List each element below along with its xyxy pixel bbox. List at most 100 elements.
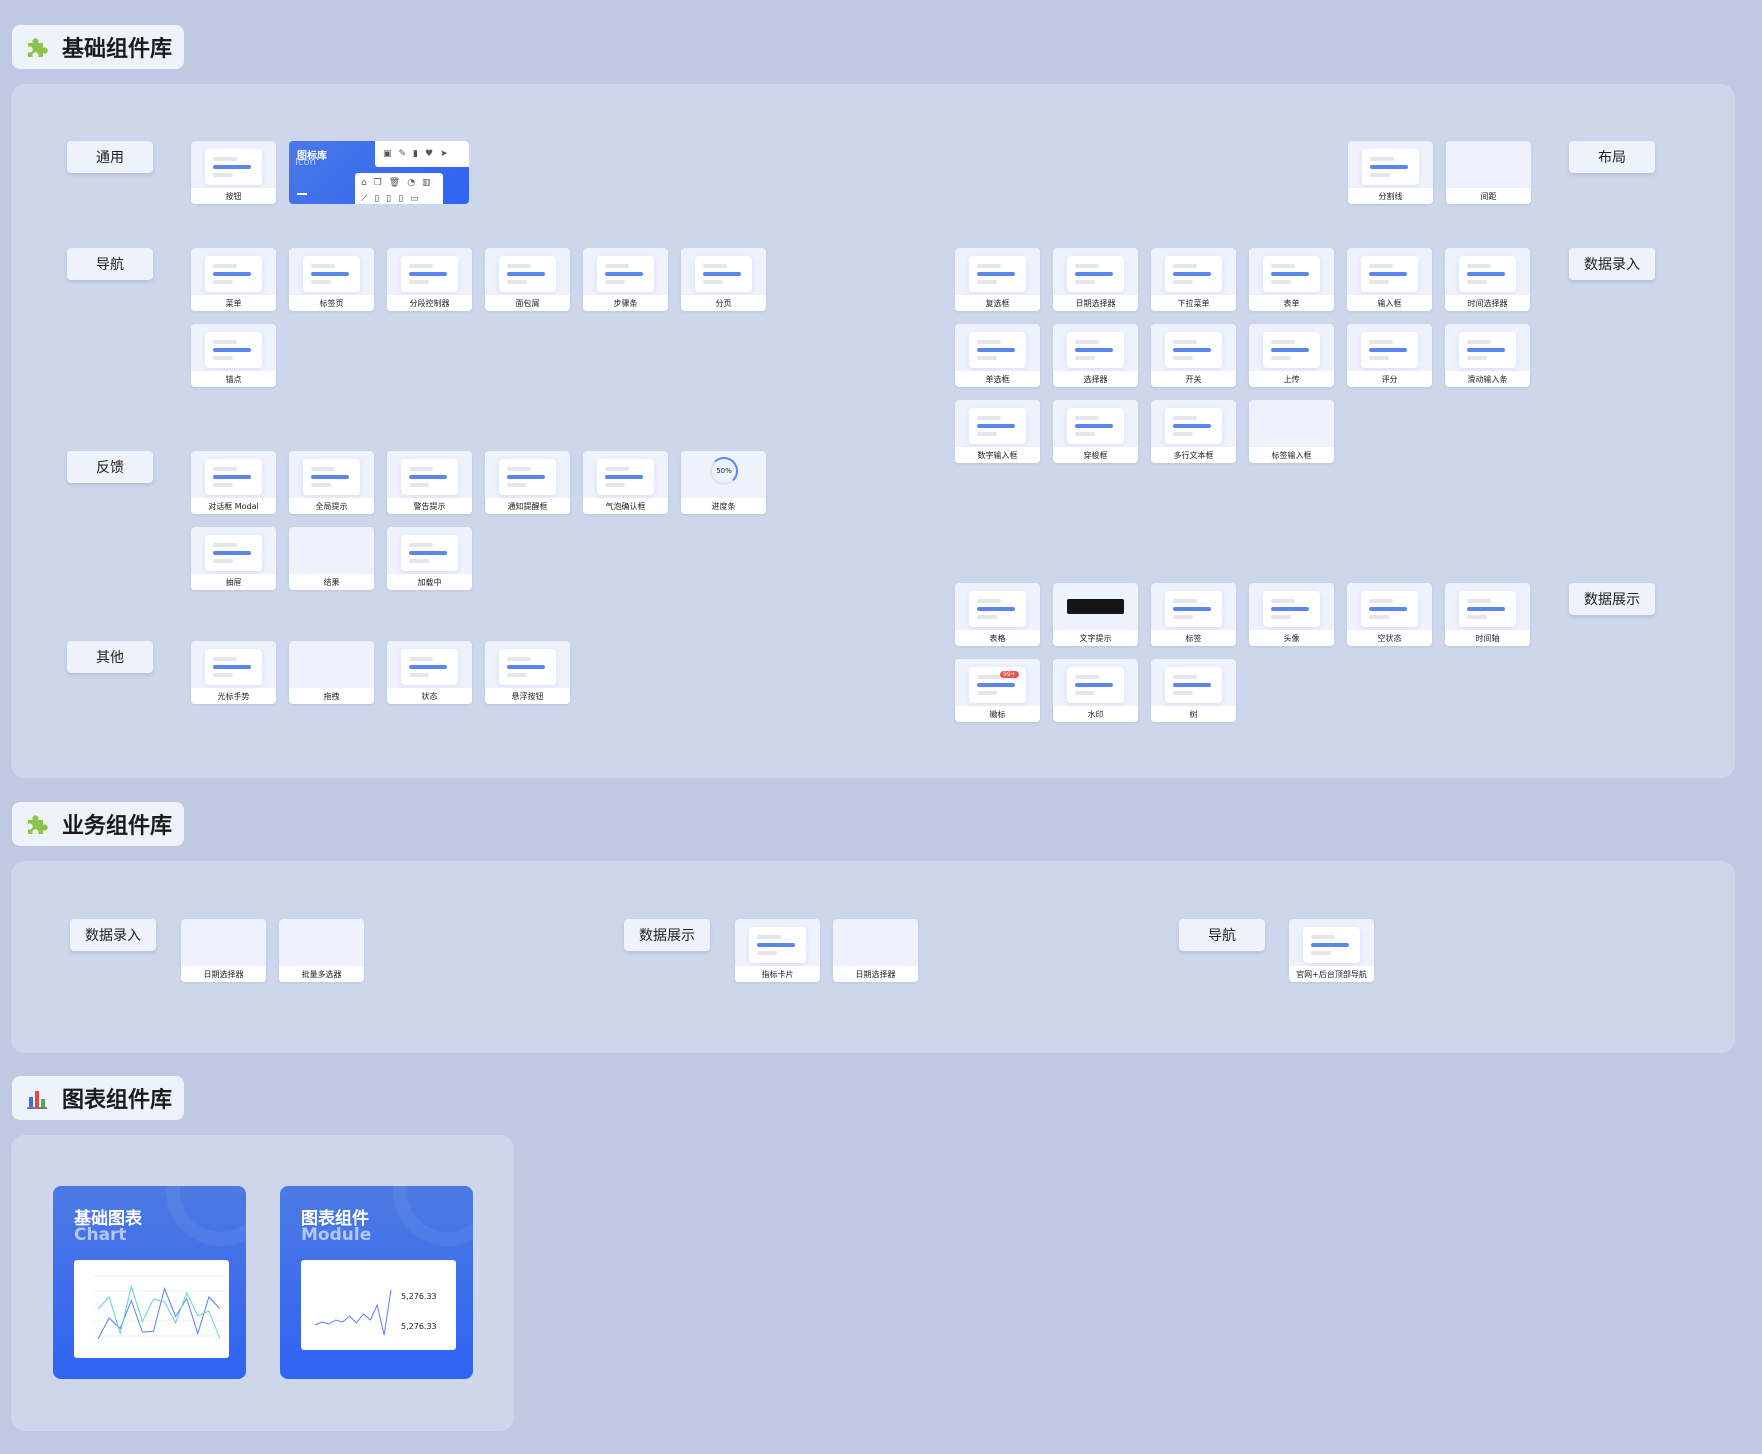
card-label: 日期选择器 — [181, 966, 266, 982]
component-card[interactable]: 对话框 Modal — [191, 451, 276, 514]
card-label: 抽屉 — [191, 574, 276, 590]
category-display[interactable]: 数据展示 — [1569, 583, 1655, 615]
basic-chart-card[interactable]: 基础图表 Chart — [53, 1186, 246, 1379]
category-feedback[interactable]: 反馈 — [67, 451, 153, 483]
component-card[interactable]: 指标卡片 — [735, 919, 820, 982]
business-category-nav[interactable]: 导航 — [1179, 919, 1265, 951]
component-card[interactable]: 99+ 徽标 — [955, 659, 1040, 722]
component-card[interactable]: 批量多选器 — [279, 919, 364, 982]
card-label: 通知提醒框 — [485, 498, 570, 514]
card-label: 结果 — [289, 574, 374, 590]
component-card[interactable]: 表格 — [955, 583, 1040, 646]
component-card[interactable]: 分段控制器 — [387, 248, 472, 311]
component-card[interactable]: 表单 — [1249, 248, 1334, 311]
component-card[interactable]: 树 — [1151, 659, 1236, 722]
card-preview — [1263, 332, 1320, 368]
card-label: 光标手势 — [191, 688, 276, 704]
icon-library-card[interactable]: 图标库 Icon ▣✎▮♥➤ ⌂❐🗑◔▥ ⟋▯▯▯▭ — [289, 141, 469, 204]
card-preview — [1165, 332, 1222, 368]
component-card[interactable]: 下拉菜单 — [1151, 248, 1236, 311]
chart-module-card[interactable]: 图表组件 Module 5,276.33 5,276.33 — [280, 1186, 473, 1379]
component-card[interactable]: 锚点 — [191, 324, 276, 387]
component-card[interactable]: 状态 — [387, 641, 472, 704]
component-card[interactable]: 拖拽 — [289, 641, 374, 704]
business-category-entry[interactable]: 数据录入 — [70, 919, 156, 951]
component-card[interactable]: 空状态 — [1347, 583, 1432, 646]
card-preview — [499, 256, 556, 292]
puzzle-icon — [24, 34, 50, 60]
component-card[interactable]: 时间轴 — [1445, 583, 1530, 646]
component-card[interactable]: 标签 — [1151, 583, 1236, 646]
component-card[interactable]: 分页 — [681, 248, 766, 311]
card-preview — [969, 591, 1026, 627]
business-category-display[interactable]: 数据展示 — [624, 919, 710, 951]
component-card[interactable]: 50% 进度条 — [681, 451, 766, 514]
section-title: 基础组件库 — [62, 37, 173, 62]
icon-preview-bottom: ⌂❐🗑◔▥ ⟋▯▯▯▭ — [355, 173, 443, 204]
component-card[interactable]: 分割线 — [1348, 141, 1433, 204]
category-other[interactable]: 其他 — [67, 641, 153, 673]
component-card[interactable]: 菜单 — [191, 248, 276, 311]
card-preview — [205, 535, 262, 571]
card-label: 批量多选器 — [279, 966, 364, 982]
component-card[interactable]: 日期选择器 — [181, 919, 266, 982]
component-card[interactable]: 官网+后台顶部导航 — [1289, 919, 1374, 982]
component-card[interactable]: 输入框 — [1347, 248, 1432, 311]
line-chart-thumbnail — [74, 1260, 229, 1358]
category-nav[interactable]: 导航 — [67, 248, 153, 280]
component-card[interactable]: 步骤条 — [583, 248, 668, 311]
card-preview — [1459, 591, 1516, 627]
card-preview — [1067, 408, 1124, 444]
component-card[interactable]: 日期选择器 — [833, 919, 918, 982]
divider — [297, 193, 307, 195]
component-card[interactable]: 滑动输入条 — [1445, 324, 1530, 387]
card-preview — [205, 649, 262, 685]
component-card[interactable]: 文字提示 — [1053, 583, 1138, 646]
card-label: 警告提示 — [387, 498, 472, 514]
card-preview — [1067, 591, 1124, 627]
card-label: 分页 — [681, 295, 766, 311]
card-label: 悬浮按钮 — [485, 688, 570, 704]
business-entry-grid: 日期选择器 批量多选器 — [181, 919, 364, 982]
category-general[interactable]: 通用 — [67, 141, 153, 173]
component-card[interactable]: 上传 — [1249, 324, 1334, 387]
category-entry[interactable]: 数据录入 — [1569, 248, 1655, 280]
component-card[interactable]: 穿梭框 — [1053, 400, 1138, 463]
card-preview — [1067, 332, 1124, 368]
card-preview — [1165, 667, 1222, 703]
icon-preview-top: ▣✎▮♥➤ — [375, 141, 469, 167]
component-card[interactable]: 警告提示 — [387, 451, 472, 514]
component-card[interactable]: 复选框 — [955, 248, 1040, 311]
section-title: 图表组件库 — [62, 1088, 173, 1113]
component-card[interactable]: 全局提示 — [289, 451, 374, 514]
component-card[interactable]: 开关 — [1151, 324, 1236, 387]
component-card[interactable]: 标签输入框 — [1249, 400, 1334, 463]
component-card[interactable]: 水印 — [1053, 659, 1138, 722]
card-preview — [401, 535, 458, 571]
metric-value: 5,276.33 — [401, 1322, 437, 1331]
category-layout[interactable]: 布局 — [1569, 141, 1655, 173]
component-card[interactable]: 标签页 — [289, 248, 374, 311]
component-card[interactable]: 气泡确认框 — [583, 451, 668, 514]
component-card[interactable]: 结果 — [289, 527, 374, 590]
component-card[interactable]: 数字输入框 — [955, 400, 1040, 463]
component-card[interactable]: 按钮 — [191, 141, 276, 204]
card-preview — [597, 256, 654, 292]
component-card[interactable]: 通知提醒框 — [485, 451, 570, 514]
component-card[interactable]: 面包屑 — [485, 248, 570, 311]
component-card[interactable]: 悬浮按钮 — [485, 641, 570, 704]
card-preview — [205, 459, 262, 495]
component-card[interactable]: 多行文本框 — [1151, 400, 1236, 463]
feedback-grid: 对话框 Modal 全局提示 警告提示 通知提醒框 气泡确认框 50% 进度条抽屉 结果 加载中 — [191, 451, 766, 590]
component-card[interactable]: 单选框 — [955, 324, 1040, 387]
component-card[interactable]: 抽屉 — [191, 527, 276, 590]
component-card[interactable]: 光标手势 — [191, 641, 276, 704]
component-card[interactable]: 日期选择器 — [1053, 248, 1138, 311]
card-preview — [969, 408, 1026, 444]
component-card[interactable]: 时间选择器 — [1445, 248, 1530, 311]
component-card[interactable]: 加载中 — [387, 527, 472, 590]
component-card[interactable]: 头像 — [1249, 583, 1334, 646]
component-card[interactable]: 选择器 — [1053, 324, 1138, 387]
component-card[interactable]: 评分 — [1347, 324, 1432, 387]
component-card[interactable]: 间距 — [1446, 141, 1531, 204]
